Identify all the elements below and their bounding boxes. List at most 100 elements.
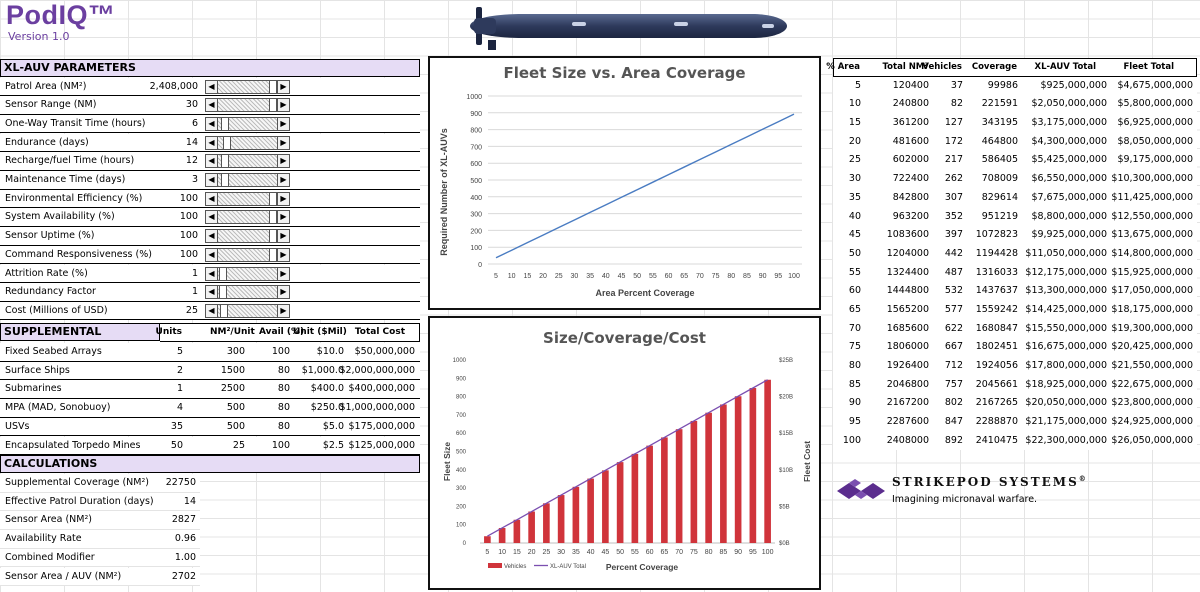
scroll-right-arrow-icon[interactable]: ▶: [277, 117, 289, 130]
param-value[interactable]: 30: [186, 99, 198, 110]
scroll-thumb[interactable]: [269, 248, 278, 261]
param-row: Sensor Uptime (%) 100 ◀ ▶: [0, 227, 420, 246]
scroll-track[interactable]: [218, 80, 277, 93]
asset-unit-cost[interactable]: $10.0: [317, 346, 344, 357]
scroll-track[interactable]: [218, 248, 277, 261]
scroll-thumb[interactable]: [269, 80, 278, 93]
param-scrollbar[interactable]: ◀ ▶: [205, 135, 290, 150]
param-value[interactable]: 100: [180, 193, 198, 204]
param-value[interactable]: 1: [192, 268, 198, 279]
scroll-thumb[interactable]: [220, 117, 229, 130]
scroll-left-arrow-icon[interactable]: ◀: [206, 304, 218, 317]
scroll-left-arrow-icon[interactable]: ◀: [206, 117, 218, 130]
scroll-track[interactable]: [218, 99, 277, 112]
scroll-right-arrow-icon[interactable]: ▶: [277, 286, 289, 299]
asset-nm-per-unit[interactable]: 500: [227, 402, 245, 413]
asset-units[interactable]: 50: [171, 440, 183, 451]
param-scrollbar[interactable]: ◀ ▶: [205, 247, 290, 262]
param-value[interactable]: 2,408,000: [150, 81, 198, 92]
scroll-left-arrow-icon[interactable]: ◀: [206, 267, 218, 280]
scroll-right-arrow-icon[interactable]: ▶: [277, 192, 289, 205]
param-scrollbar[interactable]: ◀ ▶: [205, 154, 290, 169]
param-scrollbar[interactable]: ◀ ▶: [205, 266, 290, 281]
param-value[interactable]: 100: [180, 211, 198, 222]
asset-avail[interactable]: 80: [278, 365, 290, 376]
scroll-right-arrow-icon[interactable]: ▶: [277, 304, 289, 317]
chart2-legend-vehicles: Vehicles: [504, 564, 526, 570]
scroll-right-arrow-icon[interactable]: ▶: [277, 230, 289, 243]
scroll-track[interactable]: [218, 211, 277, 224]
param-scrollbar[interactable]: ◀ ▶: [205, 173, 290, 187]
asset-unit-cost[interactable]: $400.0: [311, 383, 344, 394]
param-scrollbar[interactable]: ◀ ▶: [205, 116, 290, 131]
scroll-right-arrow-icon[interactable]: ▶: [277, 80, 289, 93]
scroll-right-arrow-icon[interactable]: ▶: [277, 136, 289, 149]
asset-units[interactable]: 1: [177, 383, 183, 394]
asset-units[interactable]: 35: [171, 421, 183, 432]
scroll-right-arrow-icon[interactable]: ▶: [277, 267, 289, 280]
asset-units[interactable]: 4: [177, 402, 183, 413]
scroll-left-arrow-icon[interactable]: ◀: [206, 192, 218, 205]
scroll-thumb[interactable]: [219, 286, 228, 299]
scroll-thumb[interactable]: [223, 136, 232, 149]
param-scrollbar[interactable]: ◀ ▶: [205, 229, 290, 244]
asset-nm-per-unit[interactable]: 25: [233, 440, 245, 451]
asset-units[interactable]: 5: [177, 346, 183, 357]
scroll-right-arrow-icon[interactable]: ▶: [277, 99, 289, 112]
asset-unit-cost[interactable]: $2.5: [323, 440, 344, 451]
scroll-thumb[interactable]: [269, 99, 278, 112]
param-scrollbar[interactable]: ◀ ▶: [205, 210, 290, 225]
param-scrollbar[interactable]: ◀ ▶: [205, 285, 290, 300]
scroll-right-arrow-icon[interactable]: ▶: [277, 174, 289, 186]
param-scrollbar[interactable]: ◀ ▶: [205, 191, 290, 206]
scroll-left-arrow-icon[interactable]: ◀: [206, 230, 218, 243]
scroll-left-arrow-icon[interactable]: ◀: [206, 136, 218, 149]
asset-nm-per-unit[interactable]: 500: [227, 421, 245, 432]
scroll-left-arrow-icon[interactable]: ◀: [206, 211, 218, 224]
param-value[interactable]: 12: [186, 155, 198, 166]
asset-avail[interactable]: 80: [278, 402, 290, 413]
param-value[interactable]: 6: [192, 118, 198, 129]
asset-avail[interactable]: 80: [278, 383, 290, 394]
param-value[interactable]: 100: [180, 249, 198, 260]
scroll-left-arrow-icon[interactable]: ◀: [206, 155, 218, 168]
asset-unit-cost[interactable]: $1,000.0: [302, 365, 344, 376]
scroll-thumb[interactable]: [220, 155, 229, 168]
scroll-left-arrow-icon[interactable]: ◀: [206, 248, 218, 261]
param-value[interactable]: 1: [192, 286, 198, 297]
scroll-left-arrow-icon[interactable]: ◀: [206, 99, 218, 112]
scroll-thumb[interactable]: [269, 230, 278, 243]
asset-avail[interactable]: 100: [272, 440, 290, 451]
param-value[interactable]: 14: [186, 137, 198, 148]
scroll-thumb[interactable]: [219, 304, 228, 317]
param-value[interactable]: 100: [180, 230, 198, 241]
table-row: 25 602000 217 586405 $5,425,000,000 $9,175,00…: [833, 151, 1197, 170]
scroll-track[interactable]: [218, 230, 277, 243]
asset-units[interactable]: 2: [177, 365, 183, 376]
chart1-ytick: 400: [470, 195, 482, 202]
asset-avail[interactable]: 100: [272, 346, 290, 357]
param-value[interactable]: 25: [186, 305, 198, 316]
calc-label: Availability Rate: [5, 533, 82, 545]
param-scrollbar[interactable]: ◀ ▶: [205, 303, 290, 318]
param-scrollbar[interactable]: ◀ ▶: [205, 79, 290, 94]
td-vehicles: 397: [944, 229, 963, 241]
scroll-right-arrow-icon[interactable]: ▶: [277, 155, 289, 168]
scroll-thumb[interactable]: [220, 174, 229, 186]
scroll-track[interactable]: [218, 192, 277, 205]
scroll-left-arrow-icon[interactable]: ◀: [206, 174, 218, 186]
asset-nm-per-unit[interactable]: 300: [227, 346, 245, 357]
asset-nm-per-unit[interactable]: 1500: [221, 365, 245, 376]
scroll-thumb[interactable]: [269, 192, 278, 205]
scroll-left-arrow-icon[interactable]: ◀: [206, 286, 218, 299]
scroll-thumb[interactable]: [269, 211, 278, 224]
param-value[interactable]: 3: [192, 174, 198, 185]
scroll-left-arrow-icon[interactable]: ◀: [206, 80, 218, 93]
asset-unit-cost[interactable]: $5.0: [323, 421, 344, 432]
scroll-right-arrow-icon[interactable]: ▶: [277, 248, 289, 261]
asset-nm-per-unit[interactable]: 2500: [221, 383, 245, 394]
asset-avail[interactable]: 80: [278, 421, 290, 432]
param-scrollbar[interactable]: ◀ ▶: [205, 98, 290, 113]
scroll-right-arrow-icon[interactable]: ▶: [277, 211, 289, 224]
scroll-thumb[interactable]: [219, 267, 228, 280]
